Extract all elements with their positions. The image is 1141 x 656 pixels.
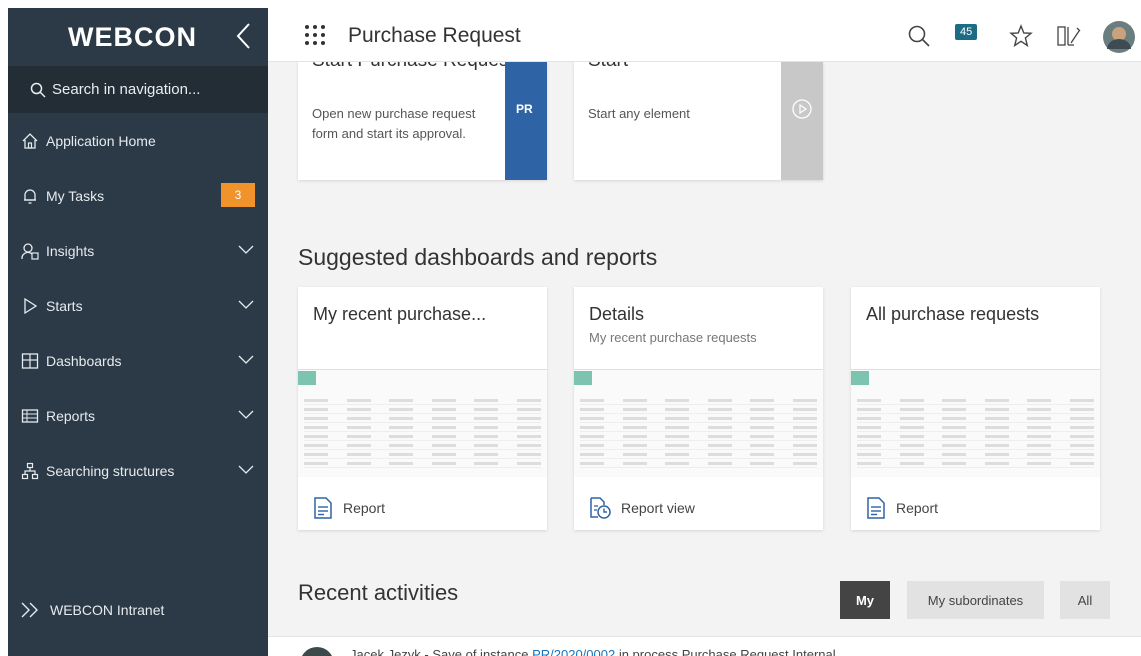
- dashboard-card-details[interactable]: Details My recent purchase requests Repo…: [574, 287, 823, 530]
- sidebar-item-label: WEBCON Intranet: [50, 602, 165, 618]
- app-launcher-icon[interactable]: [304, 24, 326, 51]
- dashboard-card-type: Report: [896, 500, 939, 516]
- start-card-any-element[interactable]: Start Start any element: [574, 62, 823, 180]
- main-content: Start Purchase Request Open new purchase…: [268, 62, 1141, 656]
- start-card-description-line: form and start its approval.: [312, 126, 466, 141]
- chevron-down-icon: [238, 242, 254, 258]
- report-view-icon: [590, 497, 611, 519]
- sidebar-item-label: My Tasks: [46, 187, 105, 204]
- dashboards-heading: Suggested dashboards and reports: [298, 244, 658, 270]
- tasks-count-badge: 3: [221, 183, 255, 207]
- start-card-description-line: Open new purchase request: [312, 106, 476, 121]
- dashboard-card-footer: Report: [866, 497, 938, 519]
- dashboard-card-my-recent-purchase[interactable]: My recent purchase... Report: [298, 287, 547, 530]
- webcon-logo[interactable]: WEBCON: [68, 22, 197, 53]
- table-icon: [20, 406, 40, 426]
- start-card-title: Start Purchase Request: [312, 62, 514, 72]
- pr-strip-label: PR: [516, 102, 533, 116]
- collapse-sidebar-icon[interactable]: [234, 20, 254, 52]
- notifications-badge[interactable]: 45: [955, 24, 978, 40]
- sidebar-item-reports[interactable]: Reports: [8, 388, 268, 443]
- sidebar-item-my-tasks[interactable]: My Tasks 3: [8, 168, 268, 223]
- report-icon: [867, 497, 885, 519]
- sidebar-item-label: Insights: [46, 242, 95, 259]
- dashboard-icon: [20, 351, 40, 371]
- panel-edit-icon[interactable]: [1057, 25, 1081, 52]
- sidebar-item-starts[interactable]: Starts: [8, 278, 268, 333]
- report-preview-thumbnail: [851, 369, 1100, 477]
- app-title: Purchase Request: [348, 24, 521, 47]
- chevron-down-icon: [238, 297, 254, 313]
- report-preview-thumbnail: [574, 369, 823, 477]
- search-icon[interactable]: [907, 24, 931, 53]
- start-card-description: Start any element: [588, 104, 690, 124]
- sidebar-item-label: Application Home: [46, 132, 156, 149]
- activity-text-prefix: Jacek Jezyk - Save of instance: [350, 647, 533, 656]
- dashboard-card-title: All purchase requests: [866, 304, 1040, 324]
- activity-text: Jacek Jezyk - Save of instance PR/2020/0…: [350, 647, 836, 656]
- chevron-down-icon: [238, 352, 254, 368]
- sidebar-header: WEBCON: [8, 8, 268, 66]
- start-card-description: Open new purchase request form and start…: [312, 104, 475, 144]
- bell-icon: [20, 186, 40, 206]
- sidebar-item-label: Searching structures: [46, 462, 175, 479]
- sidebar-item-dashboards[interactable]: Dashboards: [8, 333, 268, 388]
- navigation-search[interactable]: Search in navigation...: [8, 66, 268, 113]
- star-icon[interactable]: [1009, 24, 1033, 53]
- sidebar-item-searching-structures[interactable]: Searching structures: [8, 443, 268, 498]
- dashboard-card-type: Report: [343, 500, 386, 516]
- sidebar-item-label: Starts: [46, 297, 83, 314]
- start-card-description-line: Start any element: [588, 106, 690, 121]
- filter-all-button[interactable]: All: [1060, 581, 1110, 619]
- sidebar-item-label: Dashboards: [46, 352, 122, 369]
- double-chevron-right-icon: [20, 601, 44, 619]
- sidebar-item-webcon-intranet[interactable]: WEBCON Intranet: [8, 590, 268, 630]
- org-structure-icon: [20, 461, 40, 481]
- chevron-down-icon: [238, 462, 254, 478]
- sidebar-item-application-home[interactable]: Application Home: [8, 113, 268, 168]
- dashboard-card-footer: Report: [313, 497, 385, 519]
- report-icon: [314, 497, 332, 519]
- search-icon: [30, 82, 46, 98]
- recent-activities-heading: Recent activities: [298, 580, 459, 605]
- home-icon: [20, 131, 40, 151]
- play-icon: [20, 296, 40, 316]
- filter-my-button[interactable]: My: [840, 581, 890, 619]
- activity-row: Jacek Jezyk - Save of instance PR/2020/0…: [268, 636, 1141, 656]
- chevron-down-icon: [238, 407, 254, 423]
- sidebar-item-insights[interactable]: Insights: [8, 223, 268, 278]
- start-card-title: Start: [588, 62, 628, 72]
- dashboard-card-footer: Report view: [589, 497, 695, 519]
- start-card-strip: [781, 62, 823, 180]
- insights-icon: [20, 241, 40, 261]
- dashboard-card-type: Report view: [621, 500, 695, 516]
- navigation-search-placeholder: Search in navigation...: [52, 81, 201, 98]
- filter-my-subordinates-button[interactable]: My subordinates: [907, 581, 1044, 619]
- start-card-purchase-request[interactable]: Start Purchase Request Open new purchase…: [298, 62, 547, 180]
- user-avatar[interactable]: [1103, 21, 1135, 58]
- activity-user-avatar: [300, 647, 334, 656]
- report-preview-thumbnail: [298, 369, 547, 477]
- activity-text-suffix: in process Purchase Request Internal: [615, 647, 836, 656]
- activity-instance-link[interactable]: PR/2020/0002: [532, 647, 615, 656]
- dashboard-card-title: My recent purchase...: [313, 304, 487, 324]
- dashboard-card-subtitle: My recent purchase requests: [589, 330, 757, 345]
- sidebar-item-label: Reports: [46, 407, 96, 424]
- sidebar: WEBCON Search in navigation... Applicati…: [8, 8, 268, 656]
- dashboard-card-title: Details: [589, 304, 645, 324]
- play-circle-icon: [791, 98, 813, 125]
- start-card-strip: PR: [505, 62, 547, 180]
- dashboard-card-all-purchase-requests[interactable]: All purchase requests Report: [851, 287, 1100, 530]
